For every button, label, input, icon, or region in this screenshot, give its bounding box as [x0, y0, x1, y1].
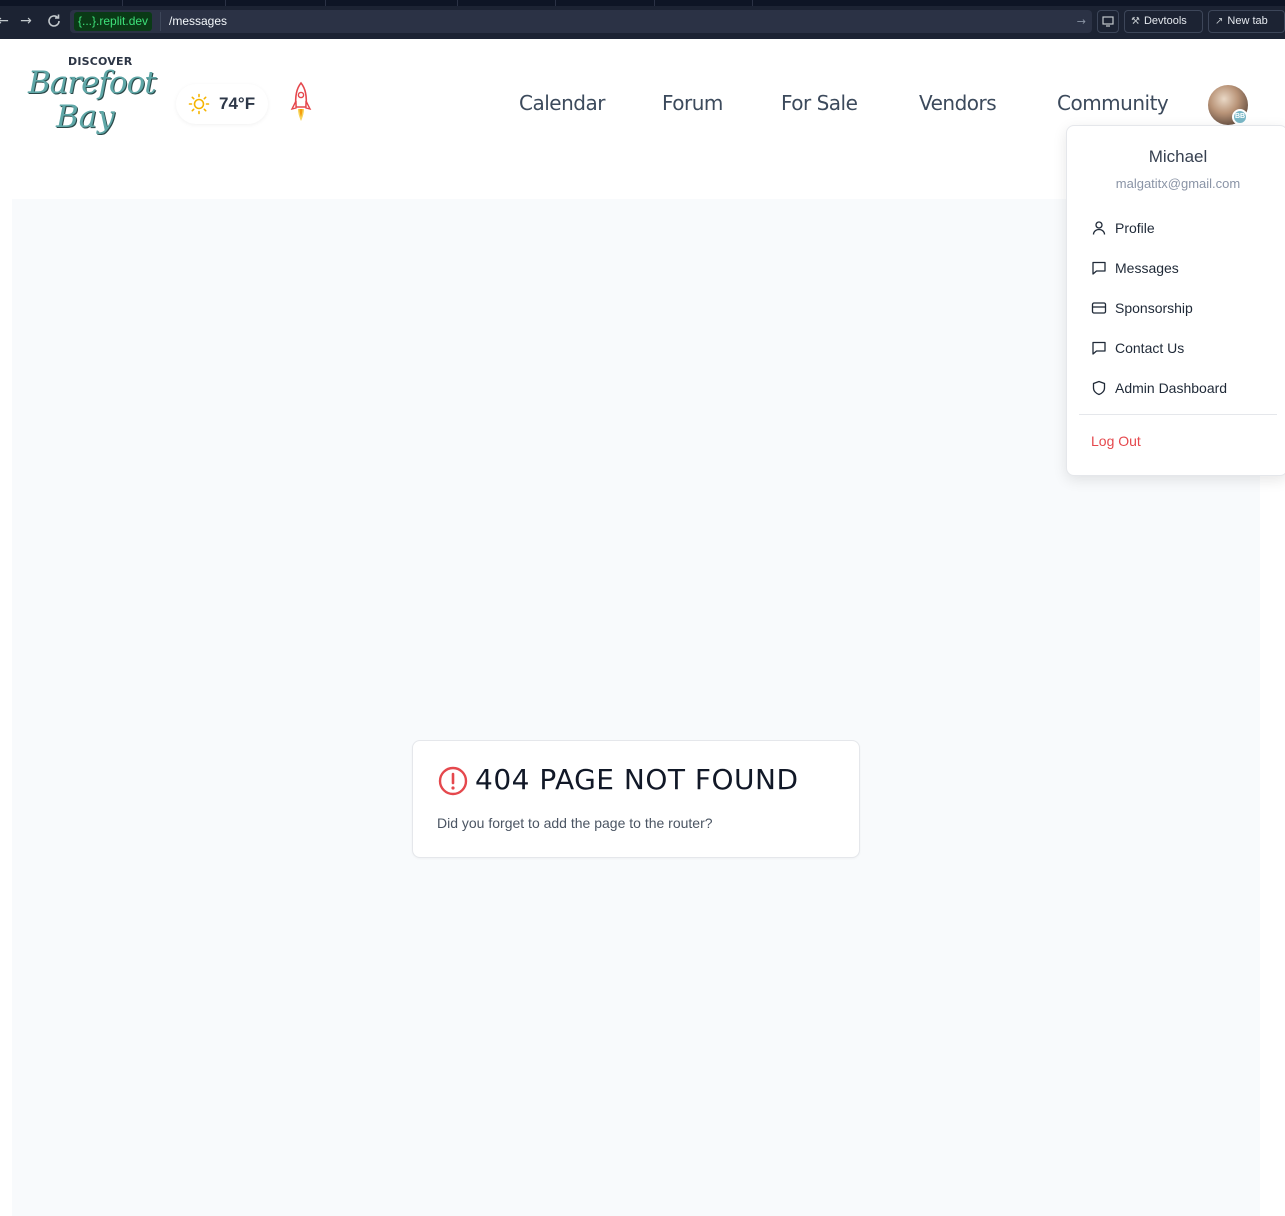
avatar-badge: BB	[1232, 109, 1248, 125]
error-description: Did you forget to add the page to the ro…	[437, 815, 713, 831]
error-title: 404 PAGE NOT FOUND	[475, 763, 799, 796]
tab-separator	[122, 0, 123, 6]
user-avatar[interactable]: BB	[1208, 85, 1248, 125]
shield-icon	[1092, 380, 1106, 396]
tab-strip	[0, 0, 1285, 6]
devtools-button[interactable]: ⚒ Devtools	[1124, 10, 1203, 33]
new-tab-label: New tab	[1227, 15, 1268, 27]
tab-separator	[654, 0, 655, 6]
user-menu-dropdown: Michael malgatitx@gmail.com Profile Mess…	[1066, 125, 1285, 476]
credit-card-icon	[1091, 302, 1107, 314]
new-tab-button[interactable]: ↗ New tab	[1208, 10, 1285, 33]
not-found-card: 404 PAGE NOT FOUND Did you forget to add…	[412, 740, 860, 858]
back-icon[interactable]: ←	[0, 12, 12, 30]
devtools-label: Devtools	[1143, 15, 1187, 27]
nav-for-sale[interactable]: For Sale	[781, 91, 858, 115]
weather-temperature: 74°F	[219, 94, 256, 113]
url-go-icon[interactable]: →	[1077, 12, 1086, 31]
weather-widget[interactable]: 74°F	[176, 84, 268, 124]
browser-chrome: ← → {...}.replit.dev /messages → ⚒ Devtoo…	[0, 0, 1285, 39]
url-path: /messages	[169, 14, 228, 28]
site-logo[interactable]: DISCOVER Barefoot Bay	[28, 53, 160, 143]
menu-item-label: Sponsorship	[1115, 300, 1193, 316]
user-email: malgatitx@gmail.com	[1115, 176, 1241, 191]
nav-forum[interactable]: Forum	[662, 91, 723, 115]
rocket-icon[interactable]	[288, 81, 314, 127]
logo-bay-text: Bay	[56, 99, 115, 135]
message-icon	[1092, 261, 1106, 275]
forward-icon[interactable]: →	[17, 12, 35, 30]
logo-barefoot-text: Barefoot	[28, 65, 157, 101]
tab-separator	[225, 0, 226, 6]
menu-item-label: Profile	[1115, 220, 1155, 236]
message-icon	[1092, 341, 1106, 355]
tab-separator	[752, 0, 753, 6]
nav-vendors[interactable]: Vendors	[919, 91, 997, 115]
menu-item-profile[interactable]: Profile	[1079, 212, 1277, 244]
nav-community[interactable]: Community	[1057, 91, 1169, 115]
wrench-icon: ⚒	[1131, 16, 1140, 27]
reload-icon[interactable]	[45, 12, 63, 30]
tab-separator	[325, 0, 326, 6]
tab-separator	[555, 0, 556, 6]
sun-icon	[188, 93, 210, 115]
nav-calendar[interactable]: Calendar	[519, 91, 605, 115]
user-name: Michael	[1148, 147, 1208, 166]
tab-separator	[457, 0, 458, 6]
menu-divider	[1079, 414, 1277, 415]
external-link-icon: ↗	[1215, 16, 1224, 27]
menu-item-sponsorship[interactable]: Sponsorship	[1079, 292, 1277, 324]
menu-item-contact-us[interactable]: Contact Us	[1079, 332, 1277, 364]
menu-item-label: Admin Dashboard	[1115, 380, 1228, 396]
url-bar[interactable]: {...}.replit.dev /messages →	[70, 10, 1092, 33]
menu-item-label: Contact Us	[1115, 340, 1185, 356]
menu-item-admin-dashboard[interactable]: Admin Dashboard	[1079, 372, 1277, 404]
url-domain: {...}.replit.dev	[74, 12, 153, 31]
screen-icon[interactable]	[1097, 10, 1119, 33]
menu-item-messages[interactable]: Messages	[1079, 252, 1277, 284]
menu-item-label: Messages	[1115, 260, 1179, 276]
url-divider	[160, 12, 161, 31]
logout-button[interactable]: Log Out	[1091, 432, 1141, 450]
alert-circle-icon	[438, 766, 468, 796]
user-icon	[1092, 221, 1106, 235]
